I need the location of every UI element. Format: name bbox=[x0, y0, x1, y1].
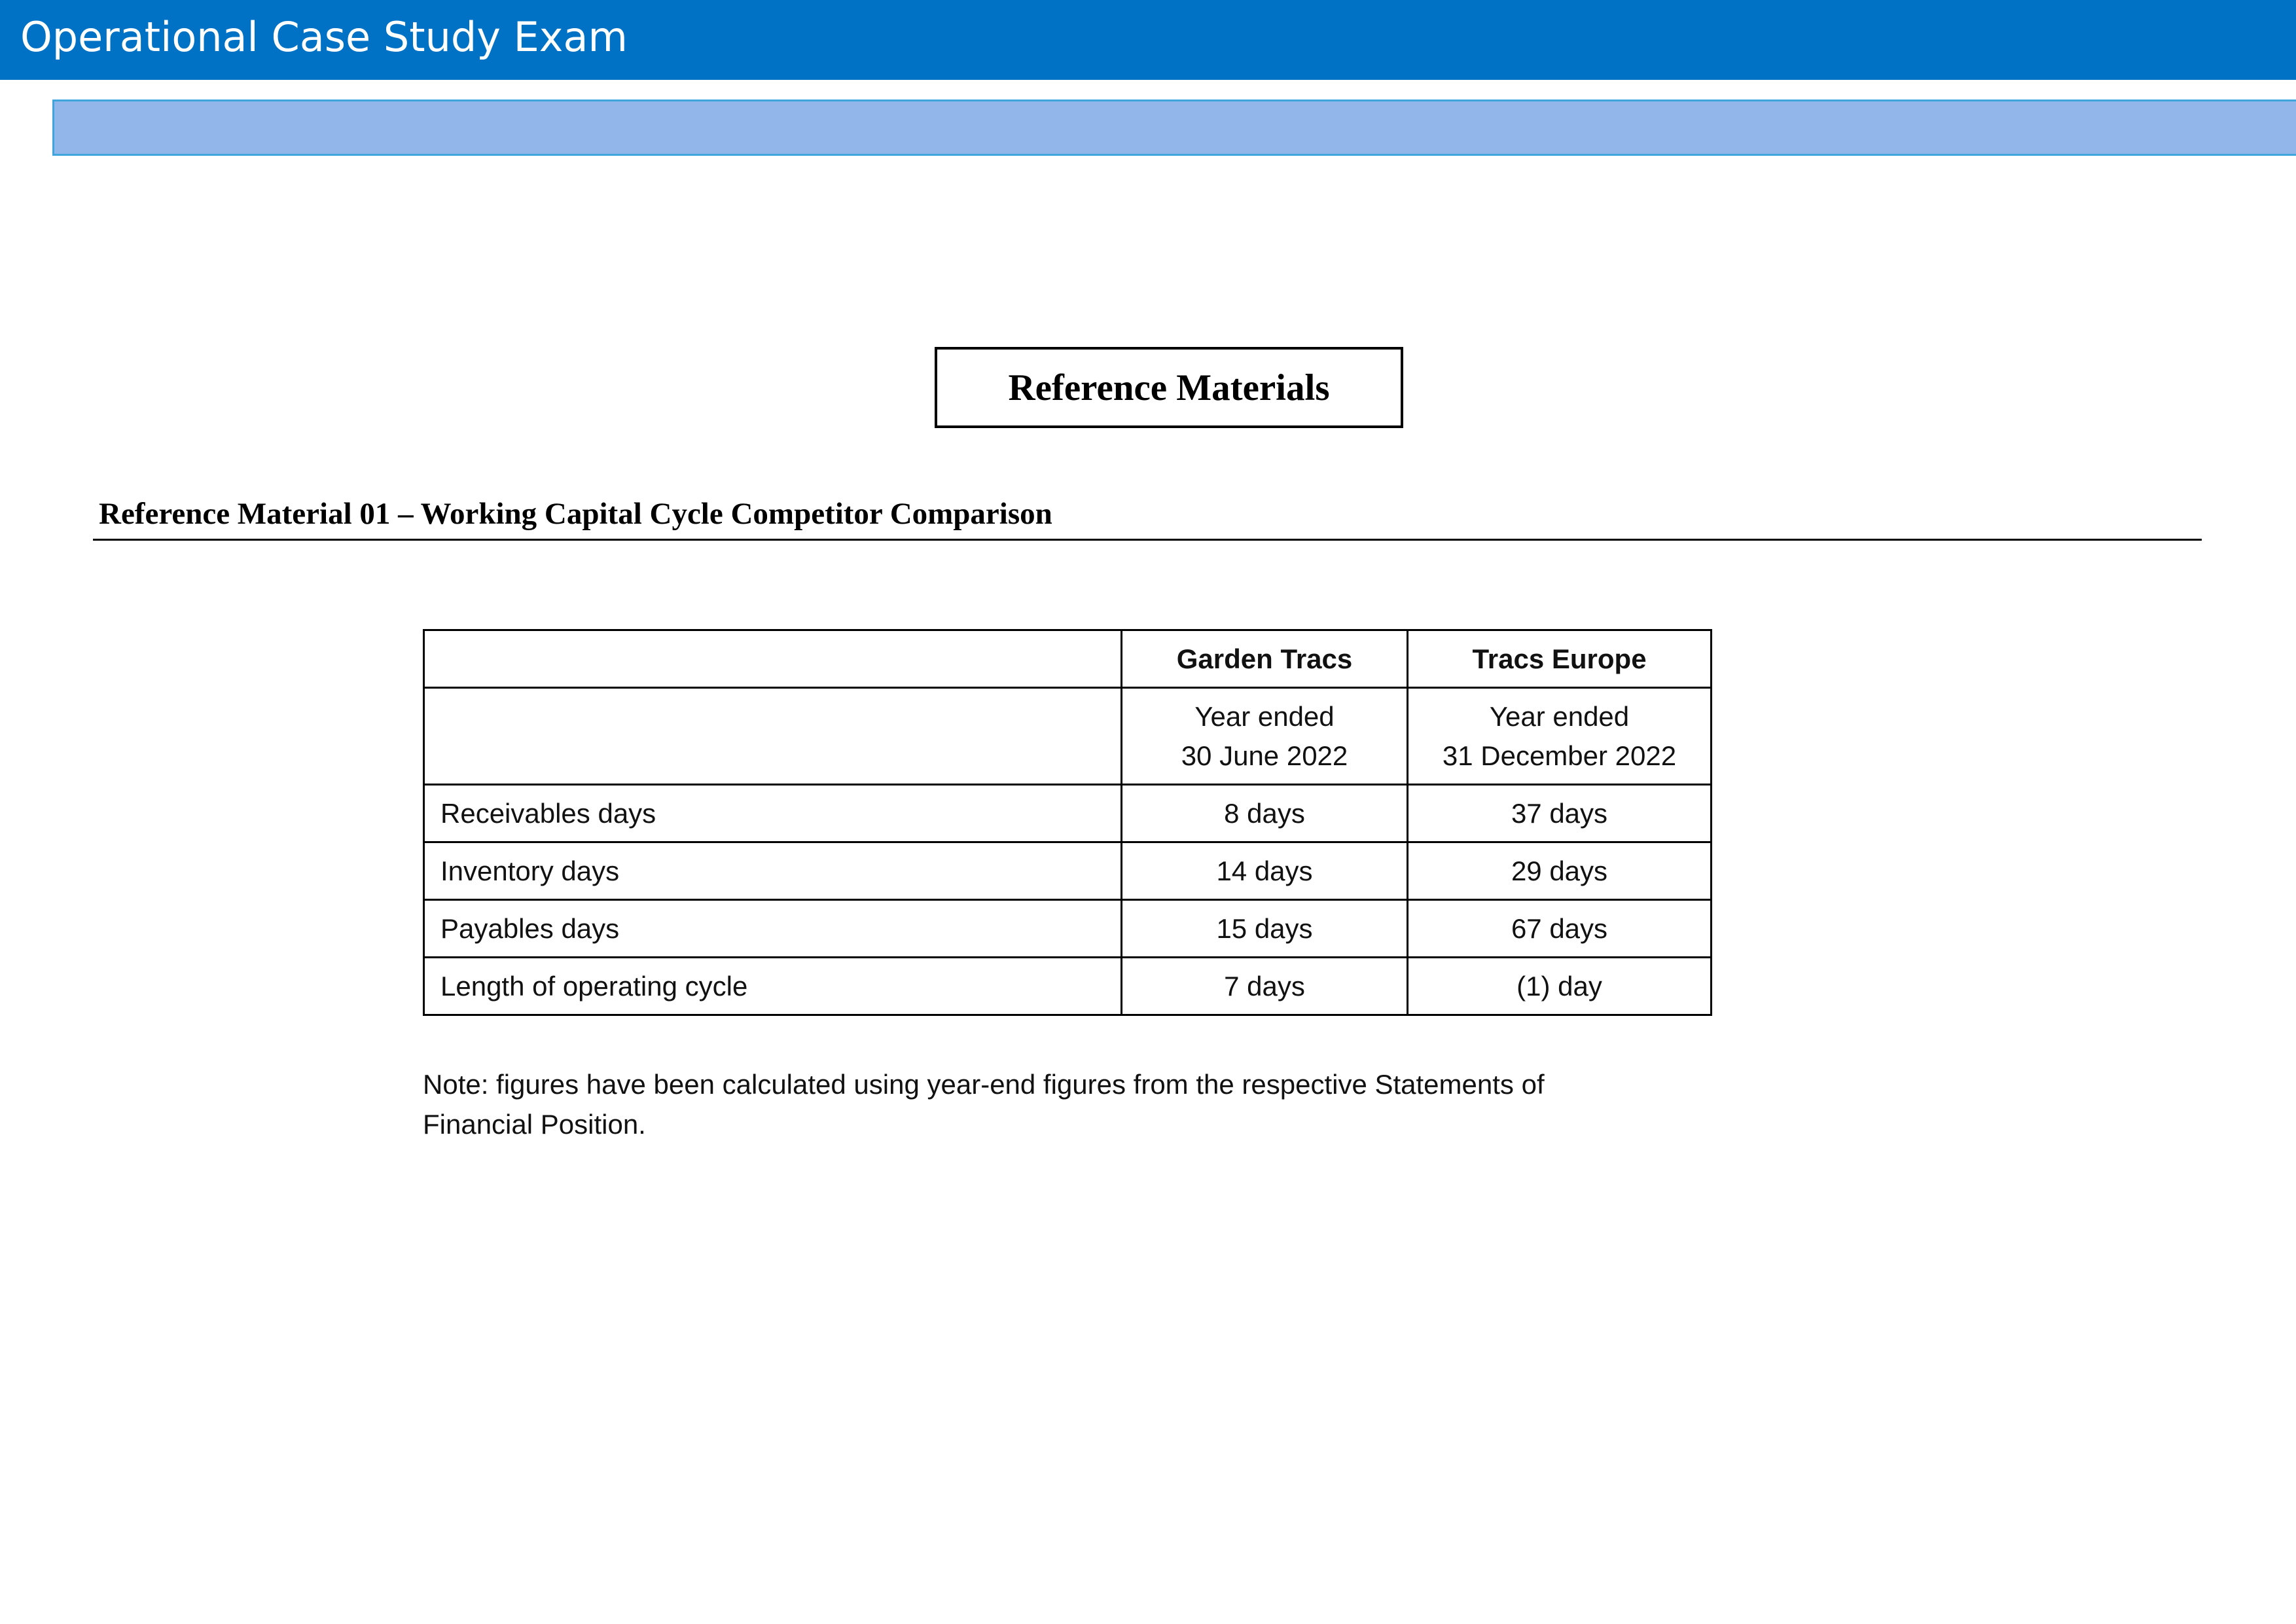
period-cell-tracs-europe: Year ended 31 December 2022 bbox=[1407, 687, 1712, 785]
table-row: Payables days 15 days 67 days bbox=[423, 899, 1712, 958]
row-label: Length of operating cycle bbox=[423, 956, 1122, 1016]
row-label: Receivables days bbox=[423, 784, 1122, 843]
period-line: Year ended bbox=[1489, 700, 1630, 732]
tracs-europe-value: (1) day bbox=[1407, 956, 1712, 1016]
header-cell-blank bbox=[423, 629, 1122, 689]
table-header-row: Garden Tracs Tracs Europe bbox=[423, 629, 1712, 689]
period-line: 30 June 2022 bbox=[1181, 740, 1348, 771]
garden-tracs-value: 8 days bbox=[1121, 784, 1408, 843]
exam-title: Operational Case Study Exam bbox=[20, 13, 628, 61]
section-heading: Reference Material 01 – Working Capital … bbox=[99, 497, 1052, 531]
note-line: Note: figures have been calculated using… bbox=[423, 1069, 1545, 1100]
table-note: Note: figures have been calculated using… bbox=[423, 1064, 1732, 1144]
table-period-row: Year ended 30 June 2022 Year ended 31 De… bbox=[423, 687, 1712, 785]
period-label-cell bbox=[423, 687, 1122, 785]
header-cell-garden-tracs: Garden Tracs bbox=[1121, 629, 1408, 689]
row-label: Inventory days bbox=[423, 841, 1122, 901]
table-row: Receivables days 8 days 37 days bbox=[423, 784, 1712, 843]
reference-materials-box: Reference Materials bbox=[935, 347, 1403, 428]
period-cell-garden-tracs: Year ended 30 June 2022 bbox=[1121, 687, 1408, 785]
tracs-europe-value: 37 days bbox=[1407, 784, 1712, 843]
garden-tracs-value: 15 days bbox=[1121, 899, 1408, 958]
tracs-europe-value: 67 days bbox=[1407, 899, 1712, 958]
garden-tracs-value: 7 days bbox=[1121, 956, 1408, 1016]
exam-header-bar: Operational Case Study Exam bbox=[0, 0, 2296, 80]
period-line: Year ended bbox=[1194, 700, 1335, 732]
working-capital-table: Garden Tracs Tracs Europe Year ended 30 … bbox=[423, 629, 1712, 1016]
header-cell-tracs-europe: Tracs Europe bbox=[1407, 629, 1712, 689]
period-line: 31 December 2022 bbox=[1442, 740, 1677, 771]
reference-materials-title: Reference Materials bbox=[1008, 367, 1330, 408]
note-line: Financial Position. bbox=[423, 1109, 646, 1140]
table-row: Length of operating cycle 7 days (1) day bbox=[423, 956, 1712, 1016]
section-divider bbox=[93, 539, 2202, 541]
tracs-europe-value: 29 days bbox=[1407, 841, 1712, 901]
table-row: Inventory days 14 days 29 days bbox=[423, 841, 1712, 901]
row-label: Payables days bbox=[423, 899, 1122, 958]
sub-header-bar bbox=[52, 99, 2296, 156]
garden-tracs-value: 14 days bbox=[1121, 841, 1408, 901]
